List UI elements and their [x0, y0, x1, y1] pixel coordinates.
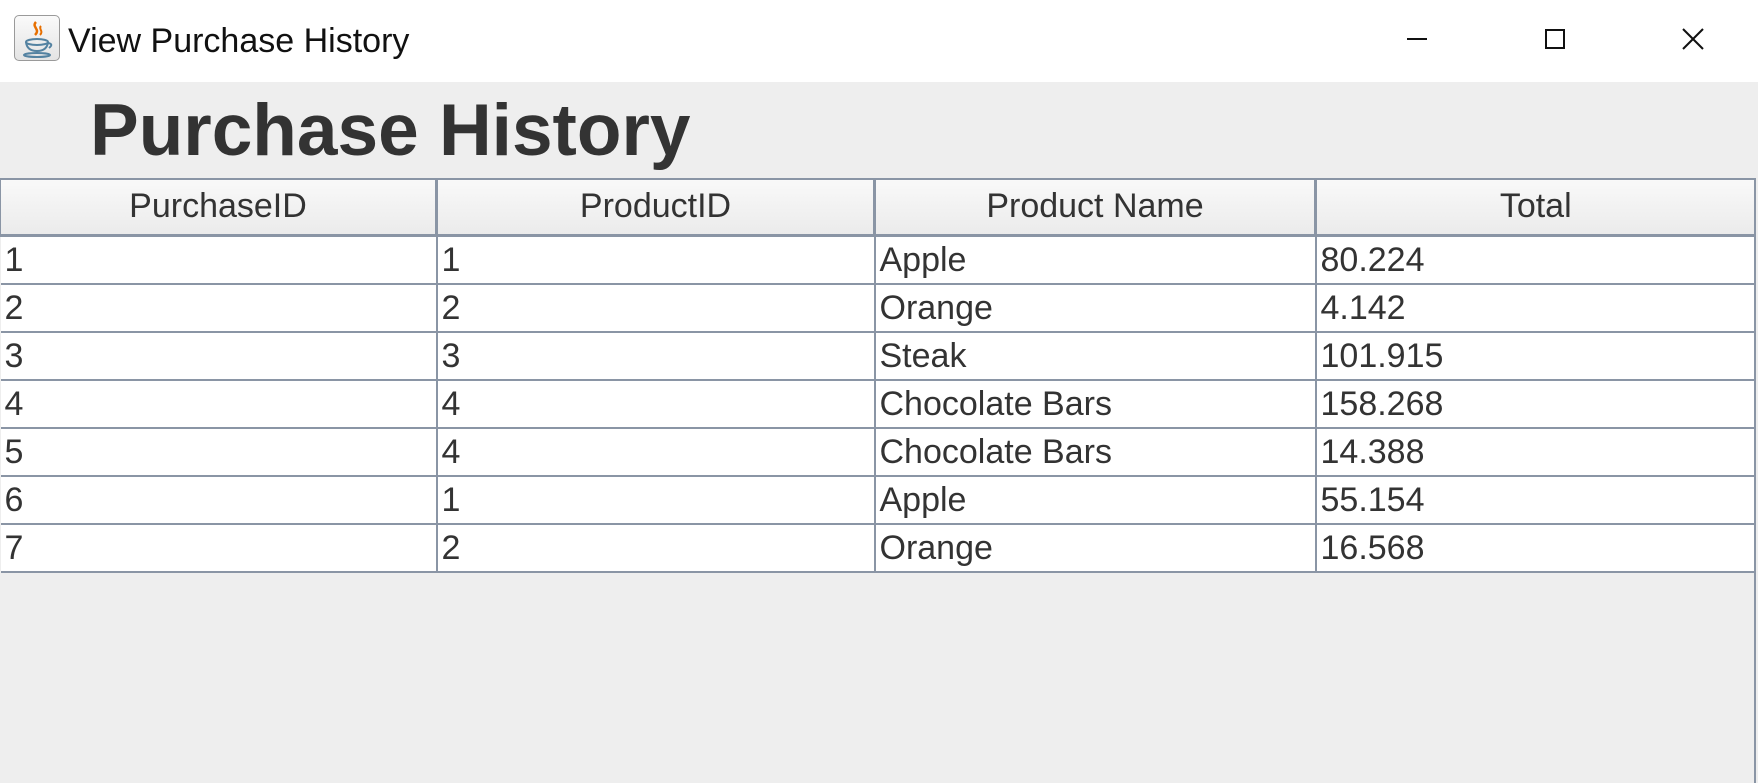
- cell-total[interactable]: 80.224: [1314, 235, 1755, 285]
- cell-purchase-id[interactable]: 2: [0, 283, 438, 333]
- table-row[interactable]: 3 3 Steak 101.915: [0, 331, 1755, 381]
- title-bar[interactable]: View Purchase History: [0, 0, 1758, 82]
- maximize-icon: [1545, 29, 1565, 49]
- column-header-total[interactable]: Total: [1314, 178, 1755, 237]
- table-right-border: [1754, 178, 1756, 783]
- table-header-row: PurchaseID ProductID Product Name Total: [0, 178, 1755, 237]
- cell-purchase-id[interactable]: 1: [0, 235, 438, 285]
- cell-total[interactable]: 16.568: [1314, 523, 1755, 573]
- cell-product-name[interactable]: Apple: [873, 235, 1317, 285]
- close-icon: [1682, 28, 1704, 50]
- cell-product-id[interactable]: 4: [435, 427, 876, 477]
- cell-total[interactable]: 101.915: [1314, 331, 1755, 381]
- table-row[interactable]: 2 2 Orange 4.142: [0, 283, 1755, 333]
- cell-purchase-id[interactable]: 4: [0, 379, 438, 429]
- window-title: View Purchase History: [68, 22, 410, 60]
- column-header-purchaseid[interactable]: PurchaseID: [0, 178, 437, 237]
- cell-total[interactable]: 4.142: [1314, 283, 1755, 333]
- purchase-table-scroll-pane[interactable]: PurchaseID ProductID Product Name Total …: [0, 178, 1758, 783]
- cell-product-id[interactable]: 1: [435, 235, 876, 285]
- java-coffee-cup-icon[interactable]: [14, 15, 60, 61]
- purchase-table[interactable]: PurchaseID ProductID Product Name Total …: [0, 178, 1755, 573]
- cell-total[interactable]: 158.268: [1314, 379, 1755, 429]
- page-title: Purchase History: [90, 90, 691, 171]
- cell-purchase-id[interactable]: 5: [0, 427, 438, 477]
- cell-product-name[interactable]: Steak: [873, 331, 1317, 381]
- table-row[interactable]: 1 1 Apple 80.224: [0, 235, 1755, 285]
- cell-product-id[interactable]: 4: [435, 379, 876, 429]
- close-button[interactable]: [1628, 0, 1758, 78]
- cell-purchase-id[interactable]: 3: [0, 331, 438, 381]
- cell-product-name[interactable]: Orange: [873, 283, 1317, 333]
- table-row[interactable]: 6 1 Apple 55.154: [0, 475, 1755, 525]
- cell-product-name[interactable]: Chocolate Bars: [873, 427, 1317, 477]
- purchase-history-window: View Purchase History Purchase History P…: [0, 0, 1758, 783]
- cell-product-name[interactable]: Apple: [873, 475, 1317, 525]
- cell-purchase-id[interactable]: 7: [0, 523, 438, 573]
- minimize-button[interactable]: [1352, 0, 1482, 78]
- cell-product-id[interactable]: 2: [435, 523, 876, 573]
- cell-total[interactable]: 55.154: [1314, 475, 1755, 525]
- column-header-product-name[interactable]: Product Name: [873, 178, 1316, 237]
- cell-purchase-id[interactable]: 6: [0, 475, 438, 525]
- cell-product-name[interactable]: Orange: [873, 523, 1317, 573]
- minimize-icon: [1407, 38, 1427, 40]
- cell-product-id[interactable]: 1: [435, 475, 876, 525]
- cell-total[interactable]: 14.388: [1314, 427, 1755, 477]
- column-header-productid[interactable]: ProductID: [435, 178, 875, 237]
- maximize-button[interactable]: [1490, 0, 1620, 78]
- cell-product-name[interactable]: Chocolate Bars: [873, 379, 1317, 429]
- table-row[interactable]: 7 2 Orange 16.568: [0, 523, 1755, 573]
- cell-product-id[interactable]: 3: [435, 331, 876, 381]
- table-row[interactable]: 4 4 Chocolate Bars 158.268: [0, 379, 1755, 429]
- table-row[interactable]: 5 4 Chocolate Bars 14.388: [0, 427, 1755, 477]
- cell-product-id[interactable]: 2: [435, 283, 876, 333]
